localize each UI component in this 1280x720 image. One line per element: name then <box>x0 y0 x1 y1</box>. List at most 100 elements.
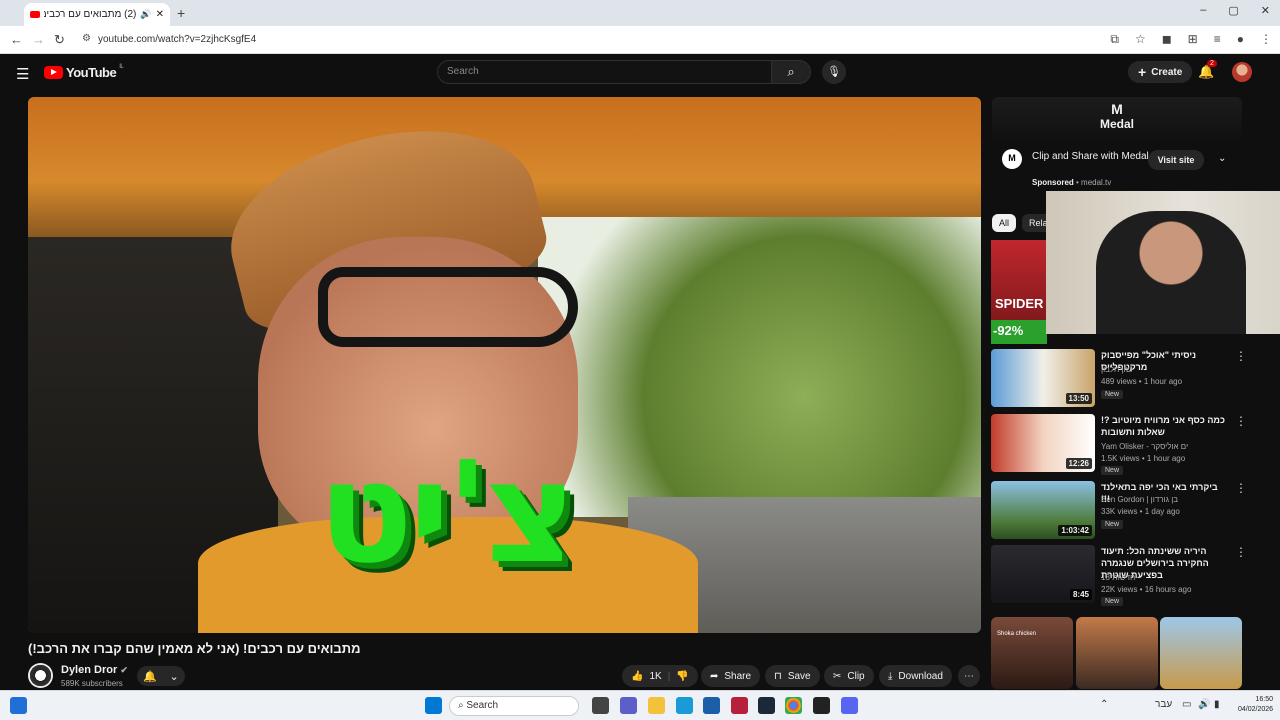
rec-channel[interactable]: שון חלבון <box>1101 365 1132 374</box>
video-thumbnail[interactable]: 13:50 <box>991 349 1095 407</box>
ad-banner[interactable]: M Medal <box>992 97 1242 141</box>
address-bar[interactable]: ⚙ youtube.com/watch?v=2zjhcKsgfE4 <box>76 29 1146 51</box>
hamburger-menu-icon[interactable]: ☰ <box>16 65 29 83</box>
chevron-down-icon: ⌄ <box>169 670 179 683</box>
close-tab-icon[interactable]: ✕ <box>156 9 164 20</box>
start-icon[interactable] <box>425 697 442 714</box>
more-options-icon[interactable]: ⋮ <box>1235 481 1247 495</box>
rec-channel[interactable]: חדשות 13 <box>1101 573 1135 582</box>
video-thumbnail[interactable]: 8:45 <box>991 545 1095 603</box>
edge-icon[interactable] <box>676 697 693 714</box>
minimize-button[interactable]: – <box>1200 4 1206 17</box>
file-explorer-icon[interactable] <box>648 697 665 714</box>
save-button[interactable]: ⊓ Save <box>765 665 820 687</box>
task-view-icon[interactable] <box>592 697 609 714</box>
account-avatar[interactable] <box>1232 62 1252 82</box>
rec-channel[interactable]: Ben Gordon | בן גורדון <box>1101 495 1178 504</box>
short-thumbnail[interactable]: Shoka chicken <box>991 617 1073 689</box>
thumbs-down-icon[interactable]: 👎 <box>676 671 688 682</box>
extension-icon[interactable]: ◼ <box>1162 32 1172 47</box>
chevron-down-icon[interactable]: ⌄ <box>1218 153 1226 164</box>
language-indicator[interactable]: עבר <box>1155 699 1172 710</box>
widgets-icon[interactable] <box>10 697 27 714</box>
more-options-icon[interactable]: ⋮ <box>1235 545 1247 559</box>
more-menu-icon[interactable]: ⋮ <box>1260 32 1272 47</box>
share-button[interactable]: ➦ Share <box>701 665 761 687</box>
notifications-bell-icon[interactable]: 🔔 2 <box>1198 60 1217 80</box>
glasses <box>318 267 578 347</box>
clip-label: Clip <box>847 670 865 682</box>
maximize-button[interactable]: ▢ <box>1228 4 1238 17</box>
bookmark-star-icon[interactable]: ☆ <box>1135 32 1146 47</box>
browser-tab[interactable]: (2) מתבואים עם רכבים! (אני 🔊 ✕ <box>24 3 170 26</box>
extensions-puzzle-icon[interactable]: ⊞ <box>1188 32 1198 47</box>
short-thumbnail[interactable] <box>1160 617 1242 689</box>
visit-site-button[interactable]: Visit site <box>1148 150 1204 170</box>
region-code: IL <box>119 63 124 70</box>
rec-views: 22K views • 16 hours ago <box>1101 585 1192 594</box>
speaker-icon[interactable]: 🔊 <box>140 9 151 20</box>
app-icon[interactable] <box>731 697 748 714</box>
short-thumbnail[interactable] <box>1076 617 1158 689</box>
back-icon[interactable]: ← <box>10 32 23 47</box>
create-label: Create <box>1151 66 1183 78</box>
volume-icon[interactable]: 🔊 <box>1198 699 1210 710</box>
save-label: Save <box>787 670 811 682</box>
more-actions-button[interactable]: ⋯ <box>958 665 980 687</box>
store-icon[interactable] <box>703 697 720 714</box>
video-thumbnail[interactable]: 1:03:42 <box>991 481 1095 539</box>
channel-name[interactable]: Dylen Dror ✔ <box>61 664 128 676</box>
bell-icon: 🔔 <box>143 670 157 683</box>
more-options-icon[interactable]: ⋮ <box>1235 414 1247 428</box>
taskbar-search[interactable]: ⌕ Search <box>449 696 579 716</box>
share-icon: ➦ <box>710 670 719 682</box>
tray-chevron-icon[interactable]: ⌃ <box>1100 699 1108 710</box>
new-tab-button[interactable]: + <box>177 5 185 21</box>
voice-search-icon[interactable]: 🎙 <box>822 60 846 84</box>
profile-icon[interactable]: ● <box>1237 32 1244 47</box>
ad-headline[interactable]: Clip and Share with Medal <box>1032 150 1152 163</box>
subscription-bell-button[interactable]: 🔔 ⌄ <box>137 666 185 686</box>
steam-icon[interactable] <box>758 697 775 714</box>
recording-app-icon[interactable] <box>813 697 830 714</box>
battery-icon[interactable]: ▮ <box>1214 699 1220 710</box>
chrome-icon[interactable] <box>785 697 802 714</box>
cast-icon[interactable]: ⧉ <box>1110 32 1119 47</box>
clip-button[interactable]: ✂ Clip <box>824 665 874 687</box>
promo-thumbnail[interactable]: SPIDER -92% <box>991 240 1047 344</box>
site-info-icon[interactable]: ⚙ <box>82 33 91 44</box>
media-control-icon[interactable]: ≡ <box>1214 32 1221 47</box>
recommendation-item[interactable]: 13:50 ניסיתי "אוכל" מפייסבוק מרקטפלייס ש… <box>991 349 1247 409</box>
rec-title[interactable]: כמה כסף אני מרוויח מיוטיוב ?! שאלות ותשו… <box>1101 414 1229 438</box>
search-input[interactable]: Search <box>437 60 772 84</box>
youtube-logo[interactable]: YouTube IL <box>44 63 124 80</box>
search-button[interactable]: ⌕ <box>771 60 811 84</box>
more-options-icon[interactable]: ⋮ <box>1235 349 1247 363</box>
scissors-icon: ✂ <box>833 670 842 682</box>
network-icon[interactable]: ▭ <box>1182 699 1191 710</box>
create-button[interactable]: + Create <box>1128 61 1193 83</box>
forward-icon[interactable]: → <box>32 32 45 47</box>
rec-channel[interactable]: Yam Olisker - ים אוליסקר <box>1101 442 1188 451</box>
channel-avatar[interactable] <box>28 663 53 688</box>
teams-icon[interactable] <box>620 697 637 714</box>
reload-icon[interactable]: ↻ <box>54 32 65 48</box>
chip-all[interactable]: All <box>992 214 1017 232</box>
sponsored-ad[interactable]: M Medal M Clip and Share with Medal Spon… <box>992 97 1242 197</box>
download-button[interactable]: ⤓ Download <box>879 665 952 687</box>
recommendation-item[interactable]: 1:03:42 ביקרתי באי הכי יפה בתאילנד !!! B… <box>991 481 1247 541</box>
recommendation-item[interactable]: 8:45 היריה ששינתה הכל: תיעוד החקירה בירו… <box>991 545 1247 606</box>
close-window-button[interactable]: ✕ <box>1261 4 1270 17</box>
video-player[interactable]: צ'יט <box>28 97 981 633</box>
recommendation-item[interactable]: 12:26 כמה כסף אני מרוויח מיוטיוב ?! שאלו… <box>991 414 1247 475</box>
like-button[interactable]: 👍 1K | 👎 <box>622 665 698 687</box>
youtube-favicon-icon <box>30 11 40 18</box>
system-clock[interactable]: 16:50 04/02/2026 <box>1238 695 1273 715</box>
plus-icon: + <box>1138 64 1147 80</box>
video-thumbnail[interactable]: 12:26 <box>991 414 1095 472</box>
duration: 13:50 <box>1065 393 1092 404</box>
medal-logo-icon: M <box>1111 101 1123 117</box>
discord-icon[interactable] <box>841 697 858 714</box>
streamer <box>1096 211 1246 334</box>
more-horizontal-icon: ⋯ <box>964 670 974 682</box>
